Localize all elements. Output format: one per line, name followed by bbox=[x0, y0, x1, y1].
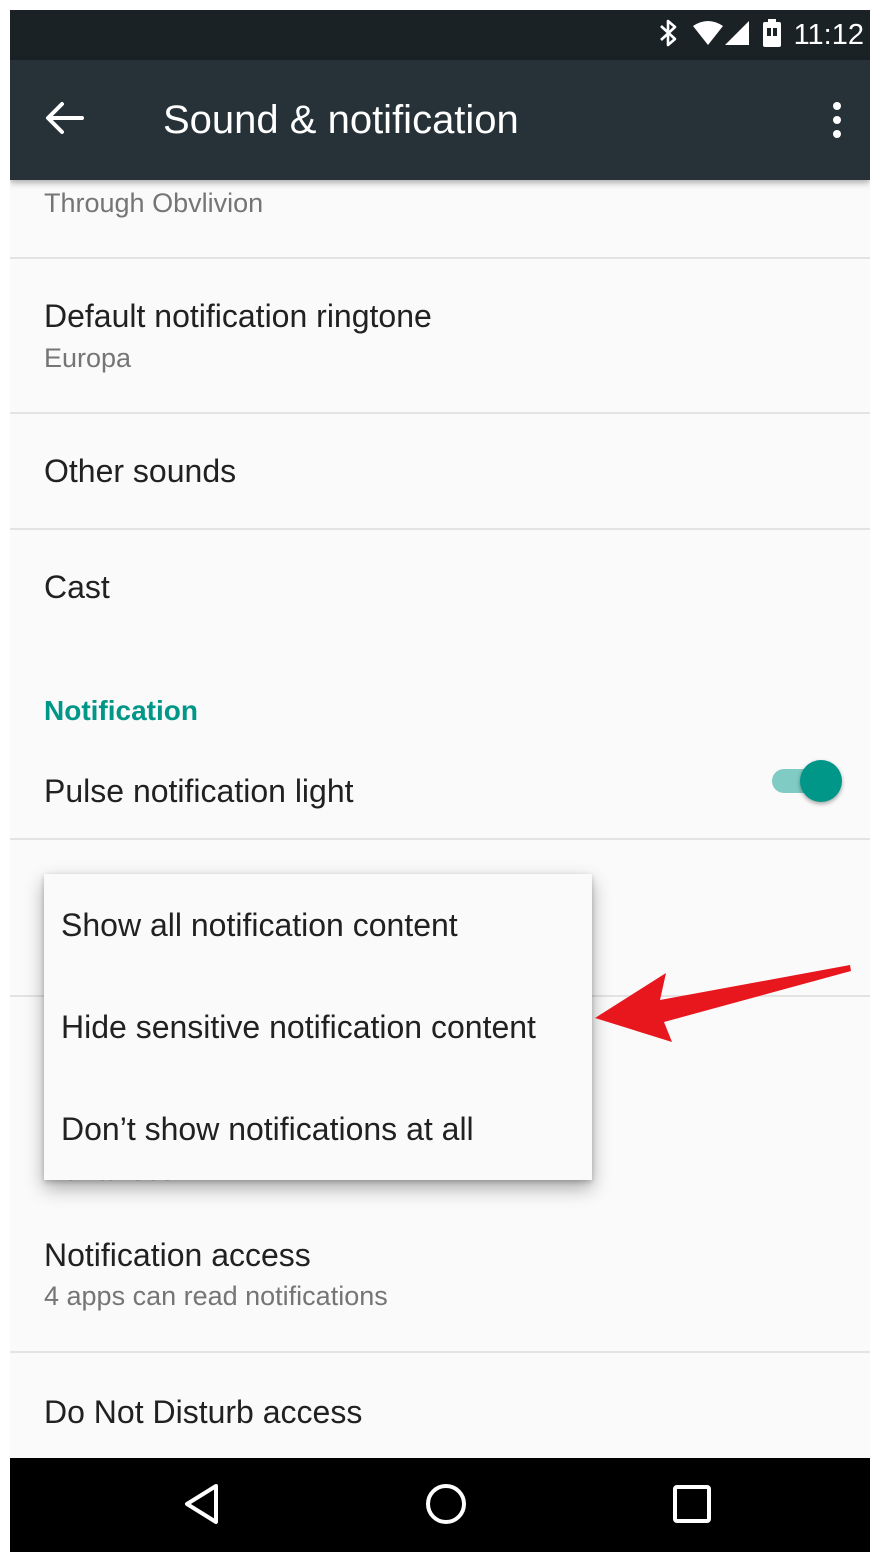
status-icons: 11:12 bbox=[658, 10, 864, 60]
more-options-button[interactable] bbox=[822, 96, 852, 144]
ringtone-summary: Europa bbox=[44, 343, 132, 373]
other-sounds-title: Other sounds bbox=[44, 453, 237, 489]
recents-nav-icon bbox=[672, 1484, 712, 1529]
partial-setting-row[interactable]: Through Obvlivion bbox=[10, 180, 870, 258]
page-title: Sound & notification bbox=[163, 98, 519, 142]
option-dont-show-notifications[interactable]: Don’t show notifications at all bbox=[44, 1078, 592, 1180]
back-button[interactable] bbox=[40, 98, 90, 142]
pulse-light-title: Pulse notification light bbox=[44, 773, 354, 809]
do-not-disturb-access-row[interactable]: Do Not Disturb access bbox=[10, 1353, 870, 1458]
status-bar: 11:12 bbox=[10, 10, 870, 60]
lock-screen-options-popup: Show all notification content Hide sensi… bbox=[44, 874, 592, 1180]
option-show-all-content[interactable]: Show all notification content bbox=[44, 874, 592, 976]
notification-access-row[interactable]: Notification access 4 apps can read noti… bbox=[10, 1198, 870, 1350]
phone-screen: 11:12 Sound & notification Through Obvli… bbox=[10, 10, 870, 1552]
more-vert-icon bbox=[833, 102, 841, 110]
notification-access-summary: 4 apps can read notifications bbox=[44, 1281, 388, 1311]
more-vert-dot bbox=[833, 130, 841, 138]
red-arrow-annotation-icon bbox=[595, 965, 851, 1042]
option-label: Hide sensitive notification content bbox=[61, 1009, 536, 1045]
option-label: Don’t show notifications at all bbox=[61, 1111, 474, 1147]
partial-row-summary: Through Obvlivion bbox=[44, 188, 264, 218]
nav-back-button[interactable] bbox=[172, 1480, 232, 1532]
option-hide-sensitive-content[interactable]: Hide sensitive notification content bbox=[44, 976, 592, 1078]
pulse-light-toggle[interactable] bbox=[768, 758, 842, 802]
back-nav-icon bbox=[182, 1483, 222, 1530]
arrow-back-icon bbox=[45, 101, 85, 140]
app-bar: Sound & notification bbox=[10, 60, 870, 180]
home-nav-icon bbox=[424, 1482, 468, 1531]
more-vert-dot bbox=[833, 116, 841, 124]
notification-section-header: Notification bbox=[44, 695, 198, 726]
wifi-icon bbox=[692, 20, 724, 51]
nav-home-button[interactable] bbox=[416, 1480, 476, 1532]
other-sounds-row[interactable]: Other sounds bbox=[10, 414, 870, 528]
ringtone-title: Default notification ringtone bbox=[44, 298, 432, 334]
toggle-thumb bbox=[800, 760, 842, 802]
settings-list: Through Obvlivion Default notification r… bbox=[10, 180, 870, 1458]
notification-access-title: Notification access bbox=[44, 1237, 311, 1273]
cast-title: Cast bbox=[44, 569, 110, 605]
dnd-access-title: Do Not Disturb access bbox=[44, 1394, 363, 1430]
default-notification-ringtone-row[interactable]: Default notification ringtone Europa bbox=[10, 259, 870, 411]
signal-icon bbox=[724, 20, 750, 51]
status-time: 11:12 bbox=[793, 18, 864, 51]
pulse-notification-light-row[interactable]: Pulse notification light bbox=[10, 740, 870, 836]
cast-row[interactable]: Cast bbox=[10, 530, 870, 630]
option-label: Show all notification content bbox=[61, 907, 458, 943]
bluetooth-icon bbox=[658, 18, 680, 53]
navigation-bar bbox=[10, 1458, 870, 1552]
nav-recents-button[interactable] bbox=[662, 1480, 722, 1532]
battery-icon bbox=[762, 18, 782, 53]
